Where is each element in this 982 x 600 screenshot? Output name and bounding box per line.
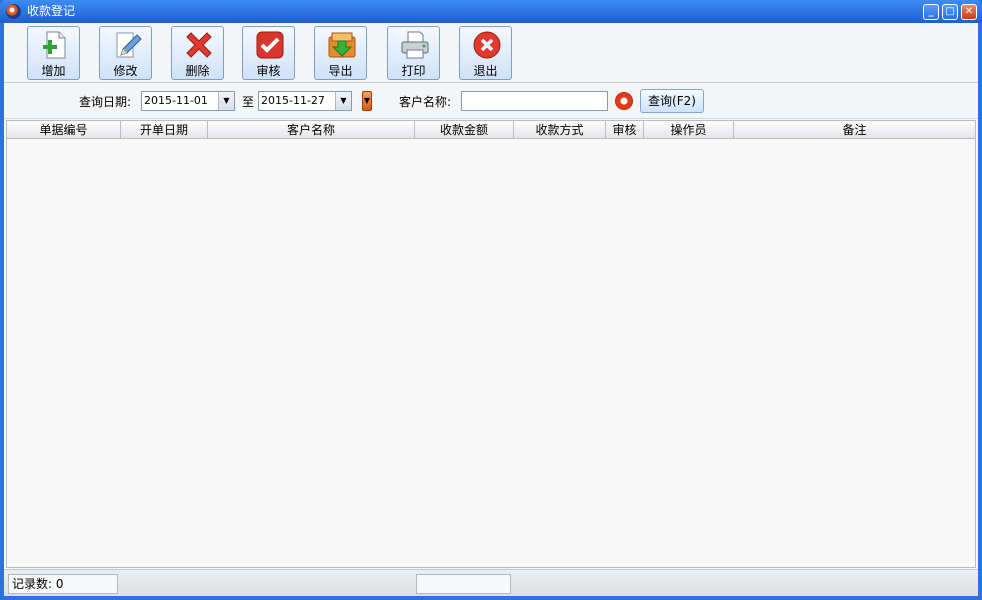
grid-header: 单据编号 开单日期 客户名称 收款金额 收款方式 审核 操作员 备注 [7, 121, 975, 139]
date-from-value: 2015-11-01 [144, 94, 208, 107]
column-header[interactable]: 收款金额 [415, 121, 514, 139]
export-button[interactable]: 导出 [314, 26, 367, 80]
column-header[interactable]: 备注 [734, 121, 975, 139]
add-document-icon [43, 31, 66, 59]
exit-button[interactable]: 退出 [459, 26, 512, 80]
column-header[interactable]: 收款方式 [514, 121, 606, 139]
export-arrow-icon [328, 32, 356, 58]
edit-button[interactable]: 修改 [99, 26, 152, 80]
print-button-label: 打印 [401, 64, 426, 78]
date-from-picker[interactable]: 2015-11-01 ▼ [141, 91, 235, 111]
print-button[interactable]: 打印 [387, 26, 440, 80]
approve-button[interactable]: 审核 [242, 26, 295, 80]
app-window: 收款登记 _ □ ✕ 增加 修改 删除 审核 导出 打印 退出 查询日期: 20… [0, 0, 982, 600]
data-grid[interactable]: 单据编号 开单日期 客户名称 收款金额 收款方式 审核 操作员 备注 [6, 120, 976, 568]
column-header[interactable]: 单据编号 [7, 121, 121, 139]
approve-check-icon [256, 31, 284, 59]
maximize-button[interactable]: □ [942, 4, 958, 20]
export-button-label: 导出 [328, 64, 353, 78]
minimize-button[interactable]: _ [923, 4, 939, 20]
delete-x-icon [186, 32, 212, 58]
column-header[interactable]: 审核 [606, 121, 644, 139]
add-button[interactable]: 增加 [27, 26, 80, 80]
column-header[interactable]: 客户名称 [208, 121, 415, 139]
app-logo-icon [6, 4, 21, 19]
edit-pencil-icon [116, 32, 142, 58]
column-header[interactable]: 开单日期 [121, 121, 208, 139]
printer-icon [401, 31, 429, 59]
close-button[interactable]: ✕ [961, 4, 977, 20]
query-button[interactable]: 查询(F2) [640, 89, 704, 113]
customer-label: 客户名称: [399, 95, 452, 109]
filter-bar: 查询日期: 2015-11-01 ▼ 至 2015-11-27 ▼ ▼ 客户名称… [4, 84, 978, 119]
client-area: 增加 修改 删除 审核 导出 打印 退出 查询日期: 2015-11-01 ▼ … [4, 23, 978, 596]
window-title: 收款登记 [27, 4, 76, 18]
column-header[interactable]: 操作员 [644, 121, 734, 139]
chevron-down-icon[interactable]: ▼ [218, 92, 234, 110]
status-bar: 记录数: 0 [4, 569, 978, 596]
date-to-picker[interactable]: 2015-11-27 ▼ [258, 91, 352, 111]
delete-button[interactable]: 删除 [171, 26, 224, 80]
date-range-dropdown-icon[interactable]: ▼ [362, 91, 372, 111]
search-icon[interactable] [615, 92, 633, 110]
approve-button-label: 审核 [256, 64, 281, 78]
date-label: 查询日期: [79, 95, 132, 109]
edit-button-label: 修改 [113, 64, 138, 78]
add-button-label: 增加 [41, 64, 66, 78]
date-to-value: 2015-11-27 [261, 94, 325, 107]
exit-icon [473, 31, 501, 59]
customer-name-input[interactable] [461, 91, 608, 111]
record-count: 记录数: 0 [8, 574, 118, 594]
chevron-down-icon[interactable]: ▼ [335, 92, 351, 110]
delete-button-label: 删除 [185, 64, 210, 78]
toolbar: 增加 修改 删除 审核 导出 打印 退出 [4, 23, 978, 83]
exit-button-label: 退出 [473, 64, 498, 78]
status-panel [416, 574, 511, 594]
title-bar[interactable]: 收款登记 _ □ ✕ [0, 0, 982, 23]
date-to-label: 至 [242, 95, 255, 109]
